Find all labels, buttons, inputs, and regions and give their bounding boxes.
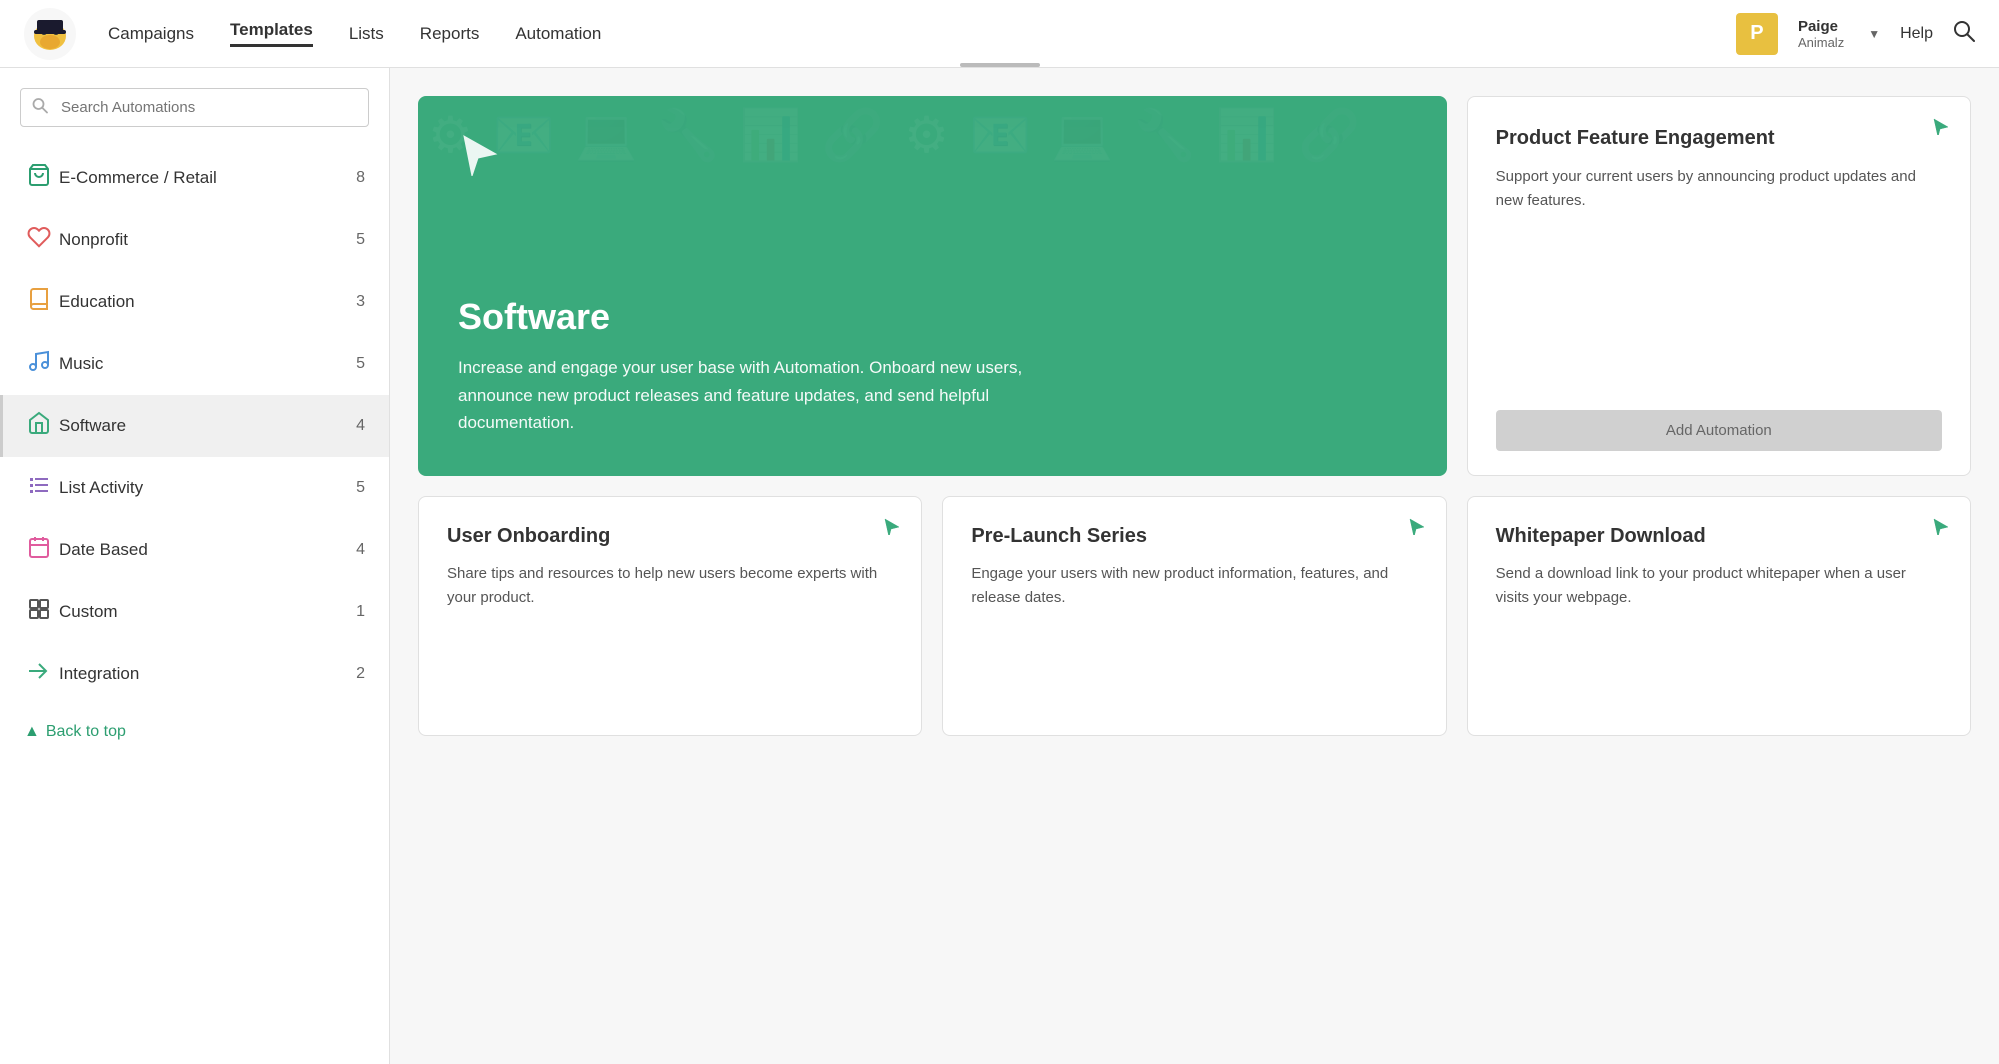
card-product-feature: Product Feature Engagement Support your …	[1467, 96, 1971, 476]
sidebar-label-integration: Integration	[59, 664, 356, 684]
sidebar-item-education[interactable]: Education 3	[0, 271, 389, 333]
nav-automation[interactable]: Automation	[515, 24, 601, 44]
software-icon	[27, 411, 59, 441]
card-title-whitepaper: Whitepaper Download	[1496, 525, 1942, 548]
sidebar-count-software: 4	[356, 417, 365, 435]
card-desc-prelaunch: Engage your users with new product infor…	[971, 562, 1417, 610]
hero-card: ⚙ 📧 💻 🔧 📊 🔗 ⚙ 📧 💻 🔧 📊 🔗	[418, 96, 1447, 476]
search-icon	[32, 97, 48, 118]
user-info[interactable]: Paige Animalz	[1798, 18, 1844, 50]
sidebar-label-nonprofit: Nonprofit	[59, 230, 356, 250]
user-avatar[interactable]: P	[1736, 13, 1778, 55]
logo[interactable]	[24, 8, 76, 60]
card-pre-launch: Pre-Launch Series Engage your users with…	[942, 496, 1446, 736]
card-title-onboarding: User Onboarding	[447, 525, 893, 548]
sidebar-label-date-based: Date Based	[59, 540, 356, 560]
card-cursor-icon-prelaunch	[1408, 517, 1426, 540]
nav-campaigns[interactable]: Campaigns	[108, 24, 194, 44]
search-input[interactable]	[20, 88, 369, 127]
education-icon	[27, 287, 59, 317]
user-dropdown-arrow[interactable]: ▼	[1868, 27, 1880, 41]
card-user-onboarding: User Onboarding Share tips and resources…	[418, 496, 922, 736]
sidebar-label-education: Education	[59, 292, 356, 312]
sidebar-count-ecommerce: 8	[356, 169, 365, 187]
sidebar-label-list-activity: List Activity	[59, 478, 356, 498]
header-right: P Paige Animalz ▼ Help	[1736, 13, 1975, 55]
integration-icon	[27, 659, 59, 689]
card-desc-whitepaper: Send a download link to your product whi…	[1496, 562, 1942, 610]
list-activity-icon	[27, 473, 59, 503]
search-box[interactable]	[20, 88, 369, 127]
hero-title: Software	[458, 296, 1407, 338]
user-name: Paige	[1798, 18, 1844, 35]
card-cursor-icon-product	[1932, 117, 1950, 140]
sidebar-count-education: 3	[356, 293, 365, 311]
back-to-top-label: Back to top	[46, 723, 126, 741]
sidebar-item-music[interactable]: Music 5	[0, 333, 389, 395]
sidebar-item-date-based[interactable]: Date Based 4	[0, 519, 389, 581]
sidebar-label-custom: Custom	[59, 602, 356, 622]
search-icon[interactable]	[1953, 20, 1975, 48]
card-cursor-icon-whitepaper	[1932, 517, 1950, 540]
nav-reports[interactable]: Reports	[420, 24, 480, 44]
header: Campaigns Templates Lists Reports Automa…	[0, 0, 1999, 68]
sidebar-count-date-based: 4	[356, 541, 365, 559]
cards-grid: ⚙ 📧 💻 🔧 📊 🔗 ⚙ 📧 💻 🔧 📊 🔗	[418, 96, 1971, 736]
main-nav: Campaigns Templates Lists Reports Automa…	[108, 20, 1736, 47]
sidebar-item-custom[interactable]: Custom 1	[0, 581, 389, 643]
add-automation-button[interactable]: Add Automation	[1496, 410, 1942, 451]
card-whitepaper: Whitepaper Download Send a download link…	[1467, 496, 1971, 736]
card-desc-onboarding: Share tips and resources to help new use…	[447, 562, 893, 610]
user-org: Animalz	[1798, 35, 1844, 50]
card-cursor-icon-onboarding	[883, 517, 901, 540]
sidebar-item-ecommerce[interactable]: E-Commerce / Retail 8	[0, 147, 389, 209]
hero-cursor-icon	[458, 132, 502, 186]
tab-indicator	[960, 63, 1040, 67]
sidebar-label-ecommerce: E-Commerce / Retail	[59, 168, 356, 188]
page-body: E-Commerce / Retail 8 Nonprofit 5 Educat…	[0, 68, 1999, 1064]
ecommerce-icon	[27, 163, 59, 193]
date-based-icon	[27, 535, 59, 565]
sidebar-count-custom: 1	[356, 603, 365, 621]
back-to-top[interactable]: ▲ Back to top	[0, 705, 389, 759]
sidebar-count-nonprofit: 5	[356, 231, 365, 249]
card-title-prelaunch: Pre-Launch Series	[971, 525, 1417, 548]
back-to-top-arrow: ▲	[24, 723, 40, 741]
card-title-product: Product Feature Engagement	[1496, 125, 1942, 151]
sidebar-count-music: 5	[356, 355, 365, 373]
custom-icon	[27, 597, 59, 627]
sidebar: E-Commerce / Retail 8 Nonprofit 5 Educat…	[0, 68, 390, 1064]
music-icon	[27, 349, 59, 379]
nonprofit-icon	[27, 225, 59, 255]
sidebar-count-integration: 2	[356, 665, 365, 683]
hero-description: Increase and engage your user base with …	[458, 354, 1038, 436]
nav-templates[interactable]: Templates	[230, 20, 313, 47]
sidebar-item-nonprofit[interactable]: Nonprofit 5	[0, 209, 389, 271]
sidebar-item-list-activity[interactable]: List Activity 5	[0, 457, 389, 519]
nav-lists[interactable]: Lists	[349, 24, 384, 44]
main-content: ⚙ 📧 💻 🔧 📊 🔗 ⚙ 📧 💻 🔧 📊 🔗	[390, 68, 1999, 1064]
sidebar-label-music: Music	[59, 354, 356, 374]
sidebar-count-list-activity: 5	[356, 479, 365, 497]
help-link[interactable]: Help	[1900, 25, 1933, 43]
sidebar-item-software[interactable]: Software 4	[0, 395, 389, 457]
card-desc-product: Support your current users by announcing…	[1496, 165, 1942, 386]
sidebar-item-integration[interactable]: Integration 2	[0, 643, 389, 705]
sidebar-label-software: Software	[59, 416, 356, 436]
